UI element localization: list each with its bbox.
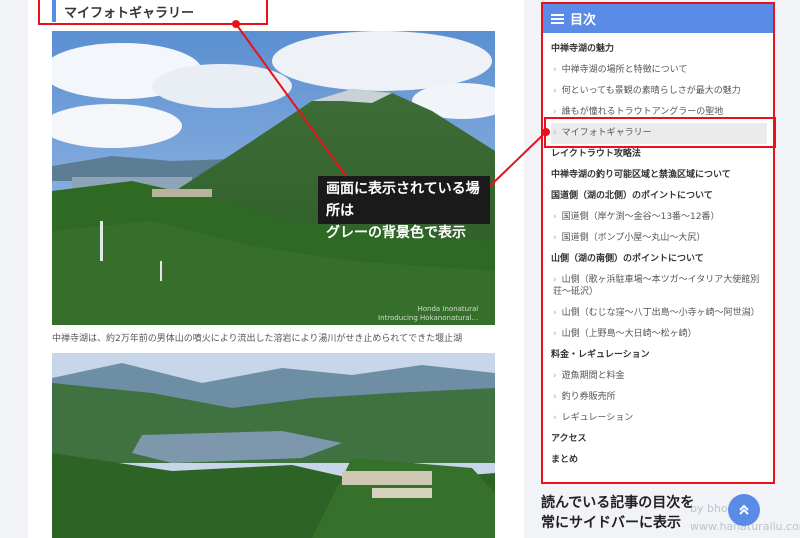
toc-item[interactable]: 中禅寺湖の場所と特徴について	[551, 60, 767, 81]
table-of-contents: 目次 中禅寺湖の魅力中禅寺湖の場所と特徴について何といっても景観の素晴らしさが最…	[541, 2, 775, 484]
lake-aerial-photo	[52, 353, 495, 538]
toc-item[interactable]: 料金・レギュレーション	[551, 345, 767, 366]
toc-item[interactable]: 山側（湖の南側）のポイントについて	[551, 249, 767, 270]
toc-item[interactable]: 何といっても景観の素晴らしさが最大の魅力	[551, 81, 767, 102]
list-icon	[551, 13, 564, 24]
sidebar-note-line-2: 常にサイドバーに表示	[541, 515, 681, 531]
annotation-box: 画面に表示されている場所は グレーの背景色で表示	[318, 176, 490, 241]
active-item-callout-frame	[544, 117, 776, 148]
toc-item[interactable]: 山側（上野島〜大日崎〜松ヶ崎）	[551, 324, 767, 345]
heading-callout-frame	[38, 0, 268, 25]
photo-caption: 中禅寺湖は、約2万年前の男体山の噴火により流出した溶岩により湯川がせき止められて…	[52, 334, 463, 344]
sidebar-note: 読んでいる記事の目次を 常にサイドバーに表示	[541, 493, 694, 533]
toc-item[interactable]: 国道側（岸ケ渕〜金谷〜13番〜12番）	[551, 207, 767, 228]
photo-watermark: Honda Inonatural Introducing Hokanonatur…	[378, 305, 479, 322]
chevron-up-icon	[739, 504, 749, 515]
scroll-to-top-button[interactable]	[728, 494, 760, 526]
toc-item[interactable]: 山側（むじな窪〜八丁出島〜小寺ヶ崎〜阿世潟）	[551, 303, 767, 324]
toc-item[interactable]: 国道側（ボンプ小屋〜丸山〜大尻）	[551, 228, 767, 249]
toc-item[interactable]: 遊魚期間と料金	[551, 366, 767, 387]
toc-item[interactable]: 中禅寺湖の釣り可能区域と禁漁区域について	[551, 165, 767, 186]
toc-item[interactable]: レギュレーション	[551, 408, 767, 429]
toc-item[interactable]: 国道側（湖の北側）のポイントについて	[551, 186, 767, 207]
annotation-line-1: 画面に表示されている場所は	[326, 181, 480, 219]
toc-item[interactable]: 山側（歌ヶ浜駐車場〜本ツガ〜イタリア大使館別荘〜砥沢）	[551, 270, 767, 303]
annotation-line-2: グレーの背景色で表示	[326, 225, 466, 241]
toc-item[interactable]: アクセス	[551, 429, 767, 450]
toc-item[interactable]: 釣り券販売所	[551, 387, 767, 408]
toc-item[interactable]: まとめ	[551, 450, 767, 471]
toc-item[interactable]: 中禅寺湖の魅力	[551, 39, 767, 60]
toc-header[interactable]: 目次	[543, 4, 773, 33]
toc-title: 目次	[570, 13, 597, 28]
sidebar-note-line-1: 読んでいる記事の目次を	[541, 495, 695, 511]
toc-list: 中禅寺湖の魅力中禅寺湖の場所と特徴について何といっても景観の素晴らしさが最大の魅…	[543, 33, 773, 471]
